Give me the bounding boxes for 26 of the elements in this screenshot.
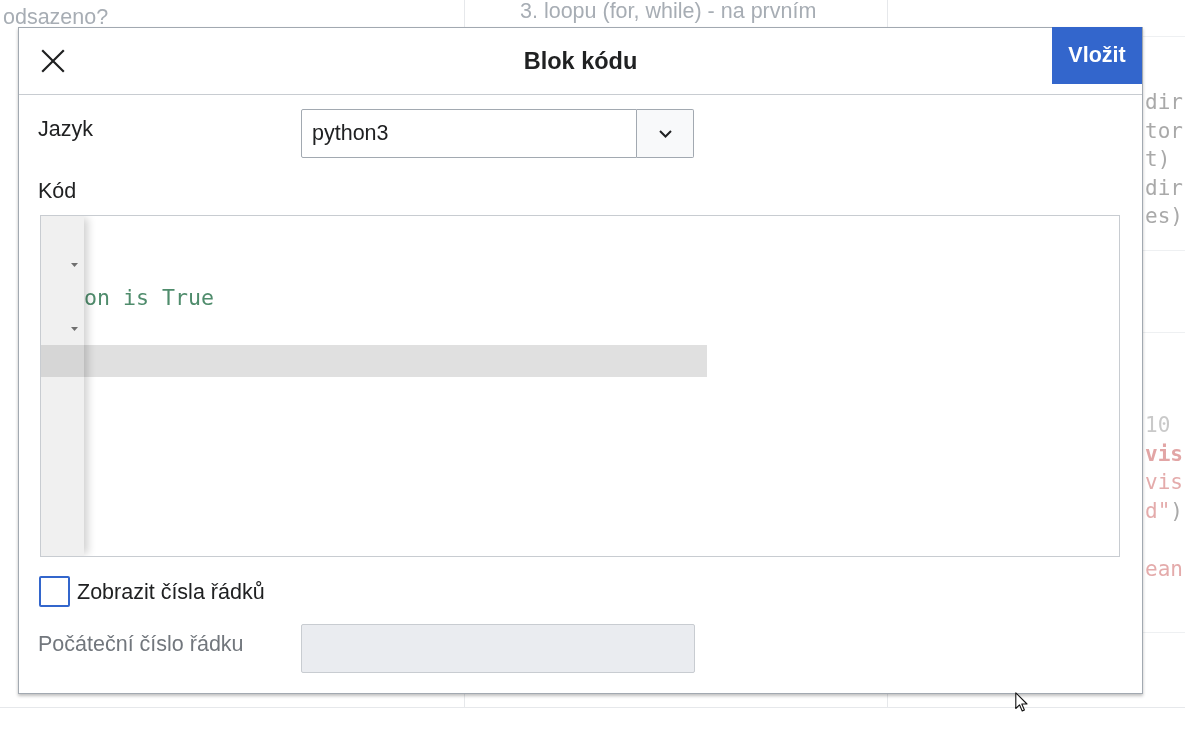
checkbox[interactable] [39,576,70,607]
background-text: 3. loopu (for, while) - na prvním [520,0,817,22]
fold-arrow-icon[interactable] [71,327,78,331]
checkbox-label: Zobrazit čísla řádků [77,578,265,605]
background-code-line: es) [1145,203,1183,231]
code-editor[interactable]: on is True [40,215,1120,557]
background-code-line: t) [1145,146,1172,174]
start-line-label: Počáteční číslo řádku [38,631,244,657]
fold-arrow-icon[interactable] [71,263,78,267]
dialog-title: Blok kódu [523,47,638,76]
insert-button[interactable]: Vložit [1052,27,1142,84]
close-icon [41,49,65,73]
background-code-line: d") [1145,497,1183,525]
background-code-line: ean [1145,556,1183,584]
code-label: Kód [38,178,77,204]
background-code-line: vis [1145,469,1183,497]
background-code-line: dir [1145,89,1183,117]
language-label: Jazyk [38,116,93,142]
code-text: on is True [84,284,214,310]
background-code-line: vis [1145,440,1183,468]
background-code-line: tor [1145,117,1183,145]
background-code-line: dir [1145,174,1183,202]
language-field[interactable]: python3 [301,109,637,158]
chevron-down-icon [658,129,672,138]
background-text: odsazeno? [3,6,109,28]
dropdown-button[interactable] [637,109,694,158]
